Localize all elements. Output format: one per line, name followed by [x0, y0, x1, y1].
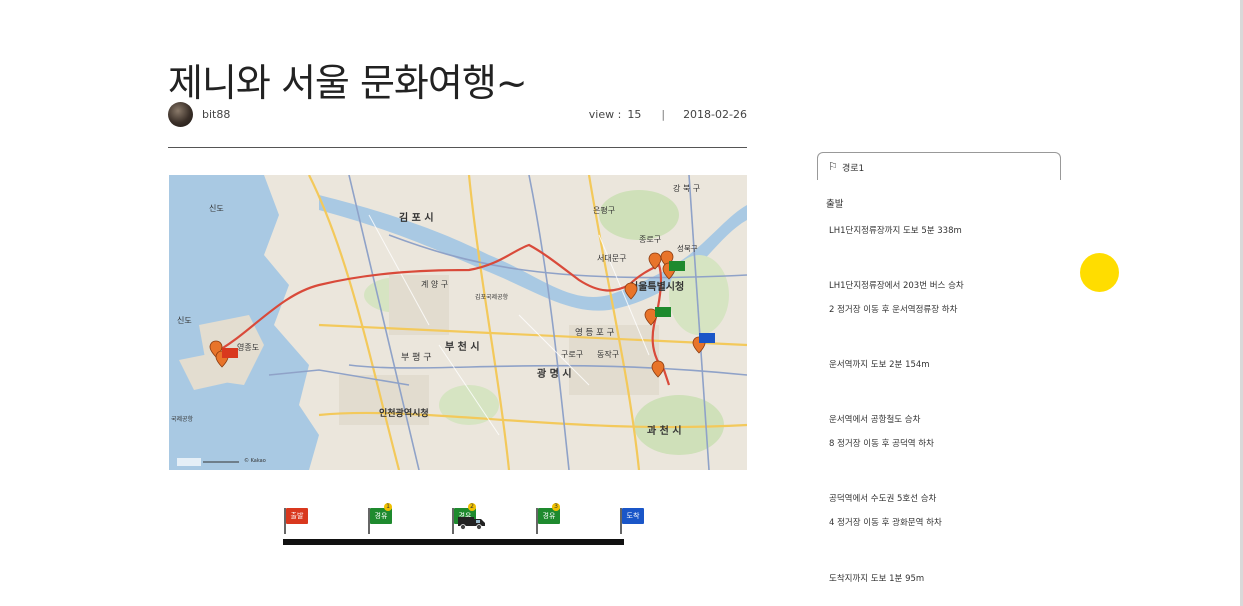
map-copyright: © Kakao — [244, 457, 266, 464]
route-header[interactable]: ⚐ 경로1 — [817, 152, 1061, 180]
post-meta-row: bit88 view : 15 | 2018-02-26 — [168, 102, 747, 128]
route-step: 도착지까지 도보 1분 95m — [829, 574, 925, 584]
map-label-gwacheon: 과 천 시 — [647, 424, 682, 437]
route-step: 4 정거장 이동 후 광화문역 하차 — [829, 518, 942, 528]
map-label-gyeyang: 계 양 구 — [421, 279, 448, 289]
map-label-seoul: 서울특별시청 — [629, 280, 684, 293]
route-start: 출발 — [826, 199, 844, 210]
timeline-bar — [283, 539, 624, 545]
route-step: LH1단지정류장에서 203번 버스 승차 — [829, 281, 964, 291]
map-label-yeongjong: 영종도 — [237, 342, 259, 352]
map-label-sinseon: 신도 — [209, 204, 224, 213]
timeline-end-flag[interactable]: 도착 — [614, 506, 644, 534]
map-label-gimpo: 김 포 시 — [399, 212, 434, 224]
cursor-highlight — [1080, 253, 1119, 292]
map-label-gwangmyeong: 광 명 시 — [537, 367, 572, 380]
views-count: 15 — [627, 108, 642, 121]
route-step: 2 정거장 이동 후 운서역정류장 하차 — [829, 305, 958, 315]
post-date: 2018-02-26 — [683, 108, 747, 121]
truck-icon — [458, 517, 485, 530]
avatar[interactable] — [168, 102, 193, 127]
map-label-gimpo-airport: 김포국제공항 — [475, 293, 509, 301]
timeline-waypoint-3[interactable]: 경유 3 — [530, 503, 560, 534]
waypoint-number: 2 — [468, 503, 476, 511]
map-label-incheon: 인천광역시청 — [379, 407, 429, 419]
page-title: 제니와 서울 문화여행~ — [168, 61, 528, 105]
map-label-sinseon-island: 신도 — [177, 316, 192, 325]
waypoint-number: 3 — [552, 503, 560, 511]
map-label-jongno: 종로구 — [639, 235, 661, 244]
map-label-bucheon: 부 천 시 — [445, 340, 480, 353]
flag-icon: ⚐ — [828, 160, 838, 173]
map-canvas[interactable]: 김 포 시 계 양 구 부 평 구 부 천 시 인천광역시청 광 명 시 서울특… — [169, 175, 747, 470]
map-label-dongjak: 동작구 — [597, 349, 619, 359]
author-name[interactable]: bit88 — [202, 108, 230, 121]
views-label: view : — [588, 108, 622, 121]
map-label-seongbuk: 성북구 — [677, 244, 698, 253]
route-step: 공덕역에서 수도권 5호선 승차 — [829, 494, 937, 504]
map-label-airport: 국제공항 — [171, 415, 194, 423]
timeline-waypoint-1[interactable]: 경유 1 — [362, 503, 392, 534]
route-step: LH1단지정류장까지 도보 5분 338m — [829, 226, 962, 236]
end-flag-label: 도착 — [622, 508, 644, 524]
route-step: 운서역에서 공항철도 승차 — [829, 415, 921, 425]
route-timeline: 출발 경유 1 경유 2 경유 3 도착 — [270, 500, 650, 550]
waypoint-number: 1 — [384, 503, 392, 511]
meta-separator: | — [661, 108, 666, 121]
route-step: 8 정거장 이동 후 공덕역 하차 — [829, 439, 934, 449]
map-label-yeongdeungpo: 영 등 포 구 — [575, 327, 615, 338]
route-map[interactable]: 김 포 시 계 양 구 부 평 구 부 천 시 인천광역시청 광 명 시 서울특… — [169, 175, 747, 470]
post-stats: view : 15 | 2018-02-26 — [589, 108, 747, 121]
map-label-seodaemun: 서대문구 — [597, 254, 626, 263]
title-divider — [168, 147, 747, 148]
timeline-start-flag[interactable]: 출발 — [278, 506, 308, 534]
map-label-eunpyeong: 은평구 — [593, 205, 615, 215]
map-label-bupyeong: 부 평 구 — [401, 352, 432, 363]
map-label-gangbuk: 강 북 구 — [673, 183, 700, 193]
route-step: 운서역까지 도보 2분 154m — [829, 360, 930, 370]
start-flag-label: 출발 — [286, 508, 308, 524]
map-label-guro: 구로구 — [561, 350, 583, 359]
route-title: 경로1 — [842, 164, 865, 174]
